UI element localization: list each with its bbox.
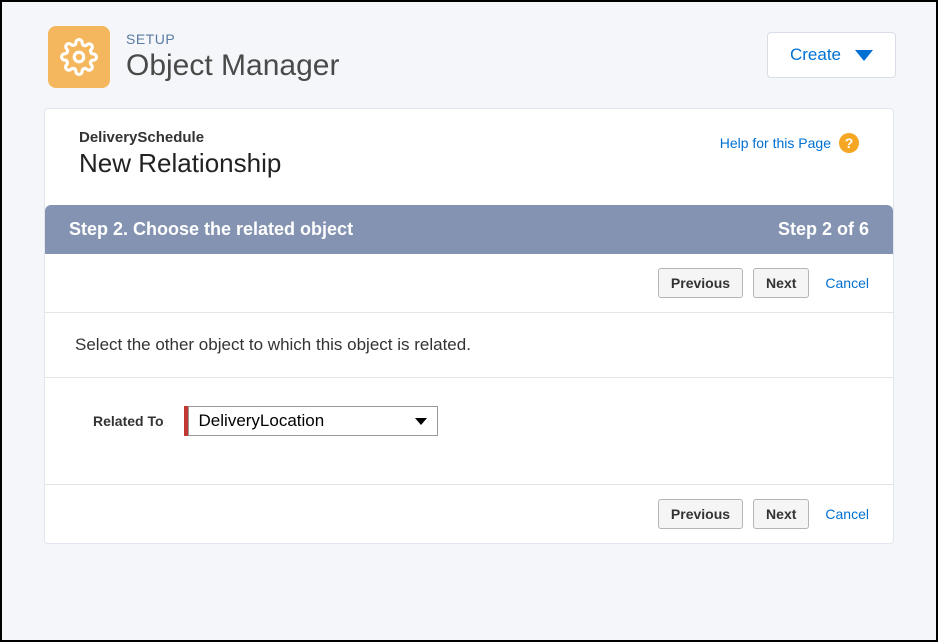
next-button[interactable]: Next: [753, 499, 809, 529]
previous-button[interactable]: Previous: [658, 268, 743, 298]
cancel-link[interactable]: Cancel: [825, 275, 869, 291]
button-row-bottom: Previous Next Cancel: [45, 484, 893, 543]
button-row-top: Previous Next Cancel: [45, 254, 893, 313]
help-link[interactable]: Help for this Page: [720, 135, 831, 151]
related-to-value: DeliveryLocation: [199, 411, 325, 431]
wizard-panel: DeliverySchedule New Relationship Help f…: [44, 108, 894, 544]
page-title: Object Manager: [126, 49, 339, 83]
page-header: SETUP Object Manager Create: [2, 2, 936, 108]
create-button[interactable]: Create: [767, 32, 896, 78]
create-button-label: Create: [790, 45, 841, 65]
gear-icon: [48, 26, 110, 88]
next-button[interactable]: Next: [753, 268, 809, 298]
related-to-select[interactable]: DeliveryLocation: [188, 406, 438, 436]
related-to-row: Related To DeliveryLocation: [45, 378, 893, 484]
step-bar: Step 2. Choose the related object Step 2…: [45, 205, 893, 254]
related-to-label: Related To: [93, 413, 164, 429]
previous-button[interactable]: Previous: [658, 499, 743, 529]
chevron-down-icon: [855, 50, 873, 61]
object-label: DeliverySchedule: [79, 129, 281, 146]
help-icon[interactable]: ?: [839, 133, 859, 153]
step-title: Step 2. Choose the related object: [69, 219, 353, 240]
wizard-title: New Relationship: [79, 148, 281, 179]
chevron-down-icon: [415, 418, 427, 425]
instruction-text: Select the other object to which this ob…: [45, 313, 893, 378]
breadcrumb: SETUP: [126, 31, 339, 47]
cancel-link[interactable]: Cancel: [825, 506, 869, 522]
step-progress: Step 2 of 6: [778, 219, 869, 240]
